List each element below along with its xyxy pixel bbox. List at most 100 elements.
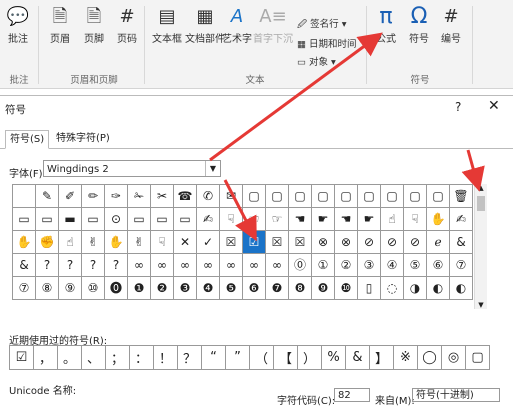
- symbol-cell[interactable]: ◐: [449, 276, 473, 300]
- symbol-cell[interactable]: ⓿: [104, 276, 128, 300]
- symbol-cell[interactable]: ②: [334, 253, 358, 277]
- symbol-cell[interactable]: ✏: [81, 184, 105, 208]
- symbol-cell[interactable]: ?: [58, 253, 82, 277]
- symbol-cell[interactable]: ⑩: [81, 276, 105, 300]
- symbol-cell[interactable]: ◌: [380, 276, 404, 300]
- symbol-cell[interactable]: &: [449, 230, 473, 254]
- scroll-thumb[interactable]: [477, 196, 485, 211]
- symbol-cell[interactable]: ⑨: [58, 276, 82, 300]
- object-button[interactable]: ▭ 对象 ▾: [297, 54, 336, 68]
- symbol-cell[interactable]: &: [12, 253, 36, 277]
- symbol-cell[interactable]: ▯: [357, 276, 381, 300]
- equation-button[interactable]: π 公式: [371, 6, 401, 46]
- symbol-cell[interactable]: ◐: [426, 276, 450, 300]
- symbol-cell[interactable]: ∞: [265, 253, 289, 277]
- symbol-cell[interactable]: ❸: [173, 276, 197, 300]
- symbol-cell[interactable]: ✂: [150, 184, 174, 208]
- symbol-cell[interactable]: ⑦: [12, 276, 36, 300]
- symbol-cell[interactable]: ?: [35, 253, 59, 277]
- recent-symbol-cell[interactable]: ”: [225, 345, 250, 370]
- symbol-cell[interactable]: ☝: [380, 207, 404, 231]
- symbol-cell[interactable]: ❾: [311, 276, 335, 300]
- symbol-cell[interactable]: ☜: [242, 207, 266, 231]
- symbol-cell[interactable]: ☛: [311, 207, 335, 231]
- symbol-cell[interactable]: ▭: [12, 207, 36, 231]
- symbol-cell[interactable]: ❺: [219, 276, 243, 300]
- recent-symbol-cell[interactable]: （: [249, 345, 274, 370]
- page-number-button[interactable]: # 页码: [113, 6, 141, 45]
- symbol-cell[interactable]: ✎: [35, 184, 59, 208]
- scroll-down-icon[interactable]: ▼: [475, 301, 487, 309]
- symbol-cell[interactable]: ✊: [35, 230, 59, 254]
- numbering-button[interactable]: # 编号: [436, 6, 466, 45]
- symbol-cell[interactable]: 🗑: [449, 184, 473, 208]
- symbol-cell[interactable]: ⑦: [449, 253, 473, 277]
- tab-symbols[interactable]: 符号(S): [5, 130, 50, 149]
- symbol-cell[interactable]: ▭: [173, 207, 197, 231]
- symbol-cell[interactable]: [12, 184, 36, 208]
- symbol-cell[interactable]: ☒: [219, 230, 243, 254]
- recent-symbol-cell[interactable]: &: [345, 345, 370, 370]
- scroll-up-icon[interactable]: ▲: [475, 184, 487, 192]
- recent-symbol-cell[interactable]: ※: [393, 345, 418, 370]
- symbol-cell[interactable]: ⊙: [104, 207, 128, 231]
- symbol-cell[interactable]: ▭: [150, 207, 174, 231]
- symbol-cell[interactable]: ☟: [150, 230, 174, 254]
- recent-symbol-cell[interactable]: 】: [369, 345, 394, 370]
- symbol-cell[interactable]: ▬: [58, 207, 82, 231]
- symbol-cell[interactable]: ✐: [58, 184, 82, 208]
- datetime-button[interactable]: ▦ 日期和时间: [297, 36, 357, 50]
- symbol-cell[interactable]: ☝: [58, 230, 82, 254]
- symbol-cell[interactable]: ▢: [426, 184, 450, 208]
- symbol-cell[interactable]: ✋: [426, 207, 450, 231]
- symbol-cell[interactable]: ✌: [127, 230, 151, 254]
- symbol-cell[interactable]: ?: [104, 253, 128, 277]
- symbol-cell[interactable]: ▢: [380, 184, 404, 208]
- symbol-cell[interactable]: ⑤: [403, 253, 427, 277]
- symbol-cell[interactable]: ⑥: [426, 253, 450, 277]
- symbol-button[interactable]: Ω 符号: [404, 6, 434, 46]
- symbol-cell[interactable]: ⊗: [334, 230, 358, 254]
- tab-special-chars[interactable]: 特殊字符(P): [52, 130, 114, 147]
- recent-symbol-cell[interactable]: ；: [105, 345, 130, 370]
- symbol-cell[interactable]: ✍: [196, 207, 220, 231]
- symbol-cell[interactable]: ⊘: [403, 230, 427, 254]
- symbol-cell[interactable]: ☛: [357, 207, 381, 231]
- wordart-button[interactable]: A 艺术字: [220, 6, 254, 45]
- symbol-cell[interactable]: ❷: [150, 276, 174, 300]
- dropcap-button[interactable]: A≡ 首字下沉: [252, 6, 294, 45]
- symbol-cell[interactable]: ☟: [219, 207, 243, 231]
- symbol-cell[interactable]: ℯ: [426, 230, 450, 254]
- symbol-cell[interactable]: ▢: [242, 184, 266, 208]
- symbol-cell[interactable]: ⓪: [288, 253, 312, 277]
- recent-symbol-cell[interactable]: ☑: [9, 345, 34, 370]
- recent-symbol-cell[interactable]: “: [201, 345, 226, 370]
- symbol-cell[interactable]: ▢: [311, 184, 335, 208]
- recent-symbol-cell[interactable]: ：: [129, 345, 154, 370]
- symbol-cell[interactable]: ☚: [288, 207, 312, 231]
- recent-symbol-cell[interactable]: ◎: [441, 345, 466, 370]
- recent-symbol-cell[interactable]: ）: [297, 345, 322, 370]
- symbol-cell[interactable]: ❻: [242, 276, 266, 300]
- symbol-cell[interactable]: ▢: [288, 184, 312, 208]
- symbol-cell[interactable]: ∞: [173, 253, 197, 277]
- recent-symbol-cell[interactable]: 、: [81, 345, 106, 370]
- symbol-cell[interactable]: ✑: [104, 184, 128, 208]
- symbol-cell[interactable]: ⊗: [311, 230, 335, 254]
- chevron-down-icon[interactable]: ▼: [205, 161, 220, 176]
- grid-scrollbar[interactable]: ▲ ▼: [474, 184, 487, 309]
- recent-symbol-cell[interactable]: %: [321, 345, 346, 370]
- symbol-cell[interactable]: ▭: [81, 207, 105, 231]
- symbol-cell[interactable]: ∞: [219, 253, 243, 277]
- symbol-cell[interactable]: ❶: [127, 276, 151, 300]
- symbol-cell[interactable]: ☞: [265, 207, 289, 231]
- symbol-cell[interactable]: ✋: [12, 230, 36, 254]
- symbol-cell[interactable]: ▢: [403, 184, 427, 208]
- recent-symbol-cell[interactable]: ！: [153, 345, 178, 370]
- symbol-cell[interactable]: ∞: [196, 253, 220, 277]
- symbol-cell[interactable]: ❼: [265, 276, 289, 300]
- symbol-cell[interactable]: ☒: [265, 230, 289, 254]
- symbol-cell[interactable]: ⊘: [357, 230, 381, 254]
- symbol-cell[interactable]: ✌: [81, 230, 105, 254]
- symbol-cell[interactable]: ∞: [242, 253, 266, 277]
